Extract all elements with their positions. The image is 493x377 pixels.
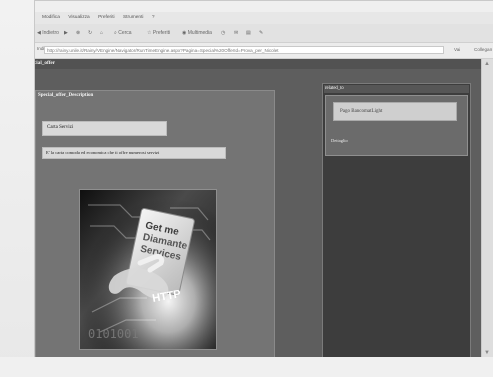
related-item-meta[interactable]: Dettaglio [331, 138, 348, 143]
back-label: Indietro [42, 30, 59, 36]
menu-item-preferiti[interactable]: Preferiti [98, 12, 115, 24]
refresh-icon: ↻ [88, 30, 93, 36]
browser-toolbar: ◀ Indietro ▶ ⊗ ↻ ⌂ ⌕ Cerca ☆ Preferiti ◉… [35, 24, 493, 43]
offer-description-field: E' la carta comoda ed economica che ti o… [42, 147, 226, 159]
offer-name-field: Carta Servizi [42, 121, 167, 136]
related-card: Pago BancomatLight Dettaglio [325, 95, 468, 156]
menu-item-visualizza[interactable]: Visualizza [68, 12, 90, 24]
edit-button[interactable]: ✎ [259, 28, 263, 38]
related-item-link[interactable]: Pago BancomatLight [333, 102, 457, 121]
page-root: Modifica Visualizza Preferiti Strumenti … [0, 0, 493, 377]
top-strip [35, 59, 482, 69]
browser-window: Modifica Visualizza Preferiti Strumenti … [35, 1, 493, 358]
forward-button[interactable]: ▶ [64, 28, 68, 38]
menu-item-strumenti[interactable]: Strumenti [123, 12, 144, 24]
menu-bar: Modifica Visualizza Preferiti Strumenti … [35, 12, 493, 24]
bottom-margin [0, 357, 493, 377]
edit-icon: ✎ [259, 30, 264, 36]
favorites-button[interactable]: ☆ Preferiti [147, 28, 170, 38]
stop-icon: ⊗ [76, 30, 81, 36]
favorites-label: Preferiti [152, 30, 171, 36]
search-label: Cerca [118, 30, 132, 36]
links-button[interactable]: Collegamenti [474, 46, 492, 54]
media-button[interactable]: ◉ Multimedia [182, 28, 212, 38]
menu-item-help[interactable]: ? [152, 12, 155, 24]
stop-button[interactable]: ⊗ [76, 28, 80, 38]
star-icon: ☆ [147, 30, 152, 36]
image-binary-text: 0101001 [88, 327, 139, 341]
web-content: cial_offer Special_offer_Description Car… [35, 59, 482, 358]
refresh-button[interactable]: ↻ [88, 28, 92, 38]
search-icon: ⌕ [114, 30, 117, 36]
history-icon: ◷ [221, 30, 226, 36]
promo-image-art: Get me Diamante Services HTTP 0101001 [80, 190, 216, 349]
special-offer-header: Special_offer_Description [38, 93, 94, 98]
address-input[interactable]: http://rainy.unile.it/Rainy/VEngine/Navi… [44, 46, 444, 54]
go-button[interactable]: Vai [454, 46, 472, 54]
mail-icon: ✉ [234, 30, 239, 36]
address-row: Indirizzo http://rainy.unile.it/Rainy/VE… [35, 43, 493, 59]
search-button[interactable]: ⌕ Cerca [114, 28, 132, 38]
back-arrow-icon: ◀ [37, 30, 41, 36]
promo-image: Get me Diamante Services HTTP 0101001 [80, 190, 216, 349]
scroll-down-icon[interactable]: ▼ [484, 350, 490, 356]
forward-arrow-icon: ▶ [64, 30, 68, 36]
print-button[interactable]: ▤ [246, 28, 251, 38]
print-icon: ▤ [246, 30, 251, 36]
home-button[interactable]: ⌂ [100, 28, 103, 38]
related-panel: related_to Pago BancomatLight Dettaglio [322, 83, 471, 358]
media-icon: ◉ [182, 30, 187, 36]
special-offer-panel: Special_offer_Description Carta Servizi … [35, 90, 275, 358]
back-button[interactable]: ◀ Indietro [37, 28, 59, 38]
vertical-scrollbar[interactable]: ▲ ▼ [481, 59, 493, 358]
menu-item-modifica[interactable]: Modifica [42, 12, 60, 24]
history-button[interactable]: ◷ [221, 28, 225, 38]
home-icon: ⌂ [100, 30, 104, 36]
media-label: Multimedia [187, 30, 212, 36]
page-title: cial_offer [35, 60, 56, 66]
window-titlebar [35, 1, 493, 12]
scroll-up-icon[interactable]: ▲ [484, 61, 490, 67]
related-header: related_to [324, 85, 469, 93]
mail-button[interactable]: ✉ [234, 28, 238, 38]
